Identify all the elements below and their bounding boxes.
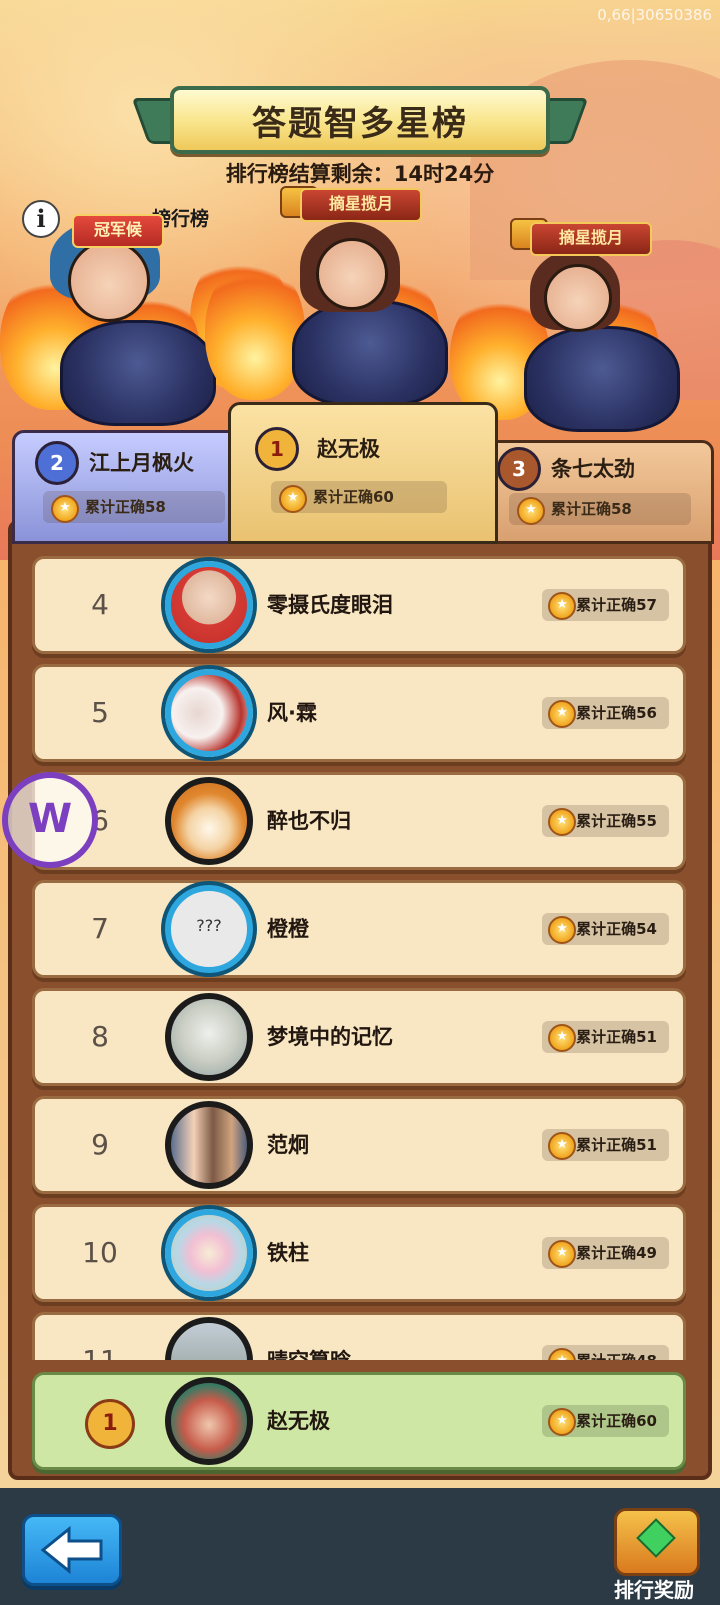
list-item[interactable]: 5 风·霖 ★ 累计正确56 [32, 664, 686, 762]
list-item[interactable]: 4 零摄氏度眼泪 ★ 累计正确57 [32, 556, 686, 654]
page-title: 答题智多星榜 [252, 103, 468, 144]
my-name: 赵无极 [267, 1409, 330, 1433]
list-item[interactable]: 9 范炯 ★ 累计正确51 [32, 1096, 686, 1194]
arrow-left-icon [40, 1525, 103, 1575]
player-name: 风·霖 [267, 701, 317, 725]
avatar[interactable] [165, 561, 253, 649]
podium-rank-2[interactable]: 2 江上月枫火 ★ 累计正确58 [12, 430, 246, 544]
list-item[interactable]: 8 梦境中的记忆 ★ 累计正确51 [32, 988, 686, 1086]
rank-number: 9 [91, 1128, 109, 1161]
rank-number: 11 [75, 1315, 125, 1360]
rank-reward-button[interactable]: 排行奖励 [604, 1496, 704, 1602]
ranking-list[interactable]: 4 零摄氏度眼泪 ★ 累计正确57 5 风·霖 ★ 累计正确56 6 醉也不归 ★ 累… [32, 550, 686, 1360]
player-name: 醉也不归 [267, 809, 351, 833]
player-name: 零摄氏度眼泪 [267, 593, 393, 617]
my-score-text: 累计正确60 [576, 1412, 657, 1430]
score-badge: ★累计正确48 [542, 1345, 669, 1360]
rank-reward-label: 排行奖励 [614, 1578, 694, 1602]
title-banner: 答题智多星榜 [131, 86, 589, 154]
score-badge: ★ 累计正确55 [542, 805, 669, 837]
podium-3-score: ★ 累计正确58 [509, 493, 691, 525]
score-text: 累计正确51 [576, 1028, 657, 1046]
score-text: 累计正确49 [576, 1244, 657, 1262]
star-icon: ★ [548, 700, 577, 728]
star-icon: ★ [548, 1408, 577, 1436]
star-icon: ★ [548, 916, 577, 944]
avatar[interactable] [165, 669, 253, 757]
back-button[interactable] [22, 1514, 122, 1586]
player-name: 范炯 [267, 1133, 309, 1157]
podium-3-title-tag: 摘星揽月 [530, 222, 652, 256]
score-text: 累计正确55 [576, 812, 657, 830]
rank-3-badge: 3 [497, 447, 541, 491]
score-badge: ★ 累计正确51 [542, 1021, 669, 1053]
avatar[interactable] [165, 1317, 253, 1360]
rank-1-badge: 1 [255, 427, 299, 471]
score-text: 累计正确51 [576, 1136, 657, 1154]
avatar[interactable] [165, 993, 253, 1081]
rank-2-badge: 2 [35, 441, 79, 485]
score-badge: ★ 累计正确54 [542, 913, 669, 945]
my-rank-row[interactable]: 1 赵无极 ★ 累计正确60 [32, 1372, 686, 1470]
avatar[interactable]: ??? [165, 885, 253, 973]
podium-3-name: 条七太劲 [551, 457, 635, 481]
rank-number: 10 [82, 1236, 118, 1269]
info-icon[interactable]: i [22, 200, 60, 238]
debug-overlay: 0,66|30650386 [597, 6, 712, 24]
list-item[interactable]: 7 ??? 橙橙 ★ 累计正确54 [32, 880, 686, 978]
star-icon: ★ [548, 808, 577, 836]
score-text: 累计正确48 [576, 1352, 657, 1360]
title-plate: 答题智多星榜 [170, 86, 550, 154]
player-name: 铁柱 [267, 1241, 309, 1265]
star-icon: ★ [51, 495, 79, 523]
rank-number: 5 [91, 696, 109, 729]
star-icon: ★ [548, 592, 577, 620]
avatar[interactable] [165, 1209, 253, 1297]
rank-number: 8 [91, 1020, 109, 1053]
rank-number: 4 [91, 588, 109, 621]
score-badge: ★ 累计正确56 [542, 697, 669, 729]
score-text: 累计正确57 [576, 596, 657, 614]
podium-1-title-tag: 摘星揽月 [300, 188, 422, 222]
podium-1-name: 赵无极 [317, 437, 380, 461]
star-icon: ★ [279, 485, 307, 513]
podium-3-score-text: 累计正确58 [551, 500, 632, 518]
player-name: 橙橙 [267, 917, 309, 941]
my-avatar[interactable] [165, 1377, 253, 1465]
star-icon: ★ [548, 1024, 577, 1052]
list-item[interactable]: 10 铁柱 ★ 累计正确49 [32, 1204, 686, 1302]
score-text: 累计正确56 [576, 704, 657, 722]
star-icon: ★ [548, 1348, 577, 1360]
podium-rank-3[interactable]: 3 条七太劲 ★ 累计正确58 [476, 440, 714, 544]
score-text: 累计正确54 [576, 920, 657, 938]
score-badge: ★ 累计正确51 [542, 1129, 669, 1161]
podium-2-name: 江上月枫火 [89, 451, 194, 475]
list-item[interactable]: 6 醉也不归 ★ 累计正确55 [32, 772, 686, 870]
podium-rank-1[interactable]: 1 赵无极 ★ 累计正确60 [228, 402, 498, 544]
watermark-logo: W [2, 772, 98, 868]
podium-2-score-text: 累计正确58 [85, 498, 166, 516]
player-name: 梦境中的记忆 [267, 1025, 393, 1049]
podium-1-score-text: 累计正确60 [313, 488, 394, 506]
star-icon: ★ [548, 1132, 577, 1160]
podium-2-score: ★ 累计正确58 [43, 491, 225, 523]
score-badge: ★ 累计正确49 [542, 1237, 669, 1269]
my-score-badge: ★ 累计正确60 [542, 1405, 669, 1437]
star-icon: ★ [548, 1240, 577, 1268]
rank-number: 7 [91, 912, 109, 945]
player-name: 晴空算晗 [267, 1315, 351, 1360]
settlement-countdown: 排行榜结算剩余：14时24分 [225, 162, 495, 186]
avatar[interactable] [165, 1101, 253, 1189]
list-item[interactable]: 11 晴空算晗 ★累计正确48 [32, 1312, 686, 1360]
avatar[interactable] [165, 777, 253, 865]
my-rank-badge: 1 [85, 1399, 135, 1449]
podium-1-score: ★ 累计正确60 [271, 481, 447, 513]
score-badge: ★ 累计正确57 [542, 589, 669, 621]
star-icon: ★ [517, 497, 545, 525]
champion-candidate-badge: 冠军候 [72, 214, 164, 248]
